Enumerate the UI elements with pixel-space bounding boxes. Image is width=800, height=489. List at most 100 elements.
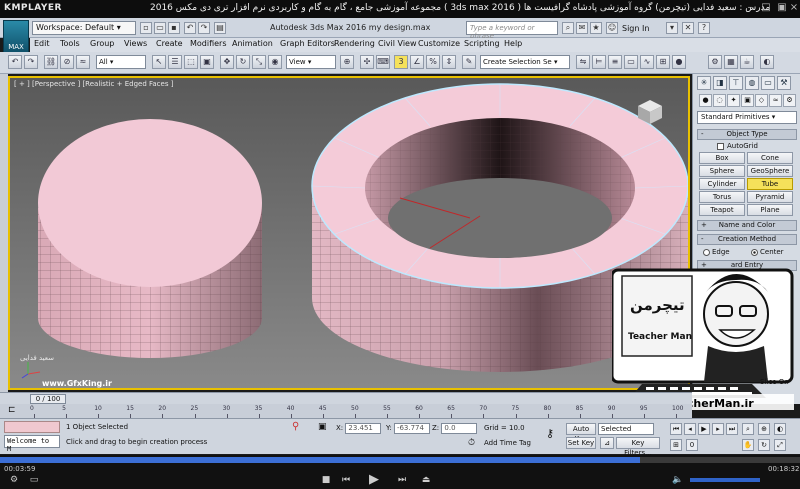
- maxscript-mini-listener[interactable]: Welcome to M: [4, 435, 60, 453]
- layer-explorer-icon[interactable]: ≡: [608, 55, 622, 69]
- maximize-icon[interactable]: □: [760, 2, 772, 14]
- pyramid-button[interactable]: Pyramid: [747, 191, 793, 203]
- kmplayer-logo[interactable]: KMPLAYER: [4, 3, 62, 13]
- y-coordinate-value[interactable]: -63.774: [393, 423, 430, 434]
- render-production-icon[interactable]: ☕: [740, 55, 754, 69]
- menu-edit[interactable]: Edit: [34, 39, 50, 48]
- material-editor-icon[interactable]: ●: [672, 55, 686, 69]
- pivot-center-icon[interactable]: ⊕: [340, 55, 354, 69]
- player-settings-icon[interactable]: ⚙: [8, 475, 20, 485]
- slice-on-label[interactable]: Slice On: [760, 378, 789, 386]
- time-slider-knob[interactable]: 0 / 100: [30, 394, 66, 404]
- select-move-icon[interactable]: ✥: [220, 55, 234, 69]
- curve-editor-icon[interactable]: ∿: [640, 55, 654, 69]
- max-app-button[interactable]: MAX: [3, 20, 29, 54]
- select-object-icon[interactable]: ↖: [152, 55, 166, 69]
- x-coordinate-value[interactable]: 23.451: [345, 423, 382, 434]
- save-file-icon[interactable]: ▪: [168, 22, 180, 34]
- menu-graph-editors[interactable]: Graph Editors: [280, 39, 335, 48]
- selection-filter-dropdown[interactable]: All ▾: [96, 55, 146, 69]
- rect-selection-icon[interactable]: ⬚: [184, 55, 198, 69]
- center-radio[interactable]: Center: [751, 248, 784, 256]
- keyboard-shortcut-icon[interactable]: ⌨: [376, 55, 390, 69]
- window-crossing-icon[interactable]: ▣: [200, 55, 214, 69]
- sphere-button[interactable]: Sphere: [699, 165, 745, 177]
- select-by-name-icon[interactable]: ☰: [168, 55, 182, 69]
- select-rotate-icon[interactable]: ↻: [236, 55, 250, 69]
- ref-coord-dropdown[interactable]: View ▾: [286, 55, 336, 69]
- plane-button[interactable]: Plane: [747, 204, 793, 216]
- time-tag-icon[interactable]: ⏱: [468, 438, 475, 448]
- time-slider[interactable]: 0 / 100: [0, 392, 692, 404]
- key-icon[interactable]: ⚷: [546, 427, 554, 440]
- maximize-viewport-icon[interactable]: ⤢: [774, 439, 786, 451]
- named-selection-set-dropdown[interactable]: Create Selection Se ▾: [480, 55, 570, 69]
- menu-rendering[interactable]: Rendering: [334, 39, 375, 48]
- mirror-icon[interactable]: ⇋: [576, 55, 590, 69]
- helpers-icon[interactable]: ◇: [755, 94, 768, 107]
- bind-space-warp-icon[interactable]: ≈: [76, 55, 90, 69]
- info-center-icon[interactable]: ✉: [576, 22, 588, 34]
- new-file-icon[interactable]: ▫: [140, 22, 152, 34]
- orbit-icon[interactable]: ↻: [758, 439, 770, 451]
- exchange-icon[interactable]: ✕: [682, 22, 694, 34]
- tube-button[interactable]: Tube: [747, 178, 793, 190]
- teapot-button[interactable]: Teapot: [699, 204, 745, 216]
- cameras-icon[interactable]: ▣: [741, 94, 754, 107]
- search-icon[interactable]: ⌕: [562, 22, 574, 34]
- previous-frame-icon[interactable]: ◂: [684, 423, 696, 435]
- motion-tab-icon[interactable]: ◍: [745, 76, 759, 90]
- default-tangent-icon[interactable]: ⊿: [600, 437, 614, 449]
- field-of-view-icon[interactable]: ◐: [774, 423, 786, 435]
- close-icon[interactable]: ×: [788, 2, 800, 14]
- menu-views[interactable]: Views: [124, 39, 147, 48]
- undo-tool-icon[interactable]: ↶: [8, 55, 22, 69]
- minimize-icon[interactable]: –: [744, 2, 756, 14]
- render-setup-icon[interactable]: ⚙: [708, 55, 722, 69]
- menu-scripting[interactable]: Scripting: [464, 39, 500, 48]
- player-play-icon[interactable]: ▶: [368, 472, 380, 487]
- select-link-icon[interactable]: ⛓: [44, 55, 58, 69]
- player-eject-icon[interactable]: ⏏: [420, 475, 432, 485]
- player-volume-slider[interactable]: [690, 478, 760, 482]
- menu-animation[interactable]: Animation: [232, 39, 273, 48]
- menu-tools[interactable]: Tools: [60, 39, 80, 48]
- modify-tab-icon[interactable]: ◨: [713, 76, 727, 90]
- autogrid-checkbox[interactable]: AutoGrid: [717, 142, 758, 150]
- account-dropdown-icon[interactable]: ▾: [666, 22, 678, 34]
- undo-icon[interactable]: ↶: [184, 22, 196, 34]
- display-tab-icon[interactable]: ▭: [761, 76, 775, 90]
- systems-icon[interactable]: ⚙: [783, 94, 796, 107]
- pan-view-icon[interactable]: ✋: [742, 439, 754, 451]
- restore-icon[interactable]: ▣: [776, 2, 788, 14]
- project-folder-icon[interactable]: ▤: [214, 22, 226, 34]
- zoom-extents-icon[interactable]: ⌕: [742, 423, 754, 435]
- viewport-label[interactable]: [ + ] [Perspective ] [Realistic + Edged …: [14, 80, 173, 88]
- maxscript-listener-box[interactable]: [4, 421, 60, 433]
- name-color-rollout[interactable]: + Name and Color: [697, 220, 797, 231]
- auto-key-button[interactable]: Auto Key: [566, 423, 596, 443]
- toggle-ribbon-icon[interactable]: ▭: [624, 55, 638, 69]
- snaps-toggle-icon[interactable]: 3: [394, 55, 408, 69]
- y-coordinate[interactable]: Y: -63.774: [386, 423, 430, 434]
- next-frame-icon[interactable]: ▸: [712, 423, 724, 435]
- sign-in-link[interactable]: Sign In: [622, 24, 649, 33]
- geosphere-button[interactable]: GeoSphere: [747, 165, 793, 177]
- z-coordinate-value[interactable]: 0.0: [441, 423, 478, 434]
- redo-icon[interactable]: ↷: [198, 22, 210, 34]
- set-key-button[interactable]: Set Key: [566, 437, 596, 449]
- perspective-viewport[interactable]: [ + ] [Perspective ] [Realistic + Edged …: [8, 76, 690, 390]
- redo-tool-icon[interactable]: ↷: [24, 55, 38, 69]
- mini-curve-editor-icon[interactable]: ⊏: [8, 405, 16, 415]
- key-filters-button[interactable]: Key Filters...: [616, 437, 660, 457]
- star-icon[interactable]: ★: [590, 22, 602, 34]
- lock-selection-icon[interactable]: ⚲: [292, 421, 299, 432]
- player-stop-icon[interactable]: ■: [320, 475, 332, 485]
- spinner-snap-icon[interactable]: ⇕: [442, 55, 456, 69]
- lights-icon[interactable]: ✦: [727, 94, 740, 107]
- search-input[interactable]: Type a keyword or phrase: [466, 21, 558, 40]
- menu-modifiers[interactable]: Modifiers: [190, 39, 227, 48]
- torus-button[interactable]: Torus: [699, 191, 745, 203]
- player-next-icon[interactable]: ⏭: [396, 475, 408, 485]
- current-frame-icon[interactable]: 0: [686, 439, 698, 451]
